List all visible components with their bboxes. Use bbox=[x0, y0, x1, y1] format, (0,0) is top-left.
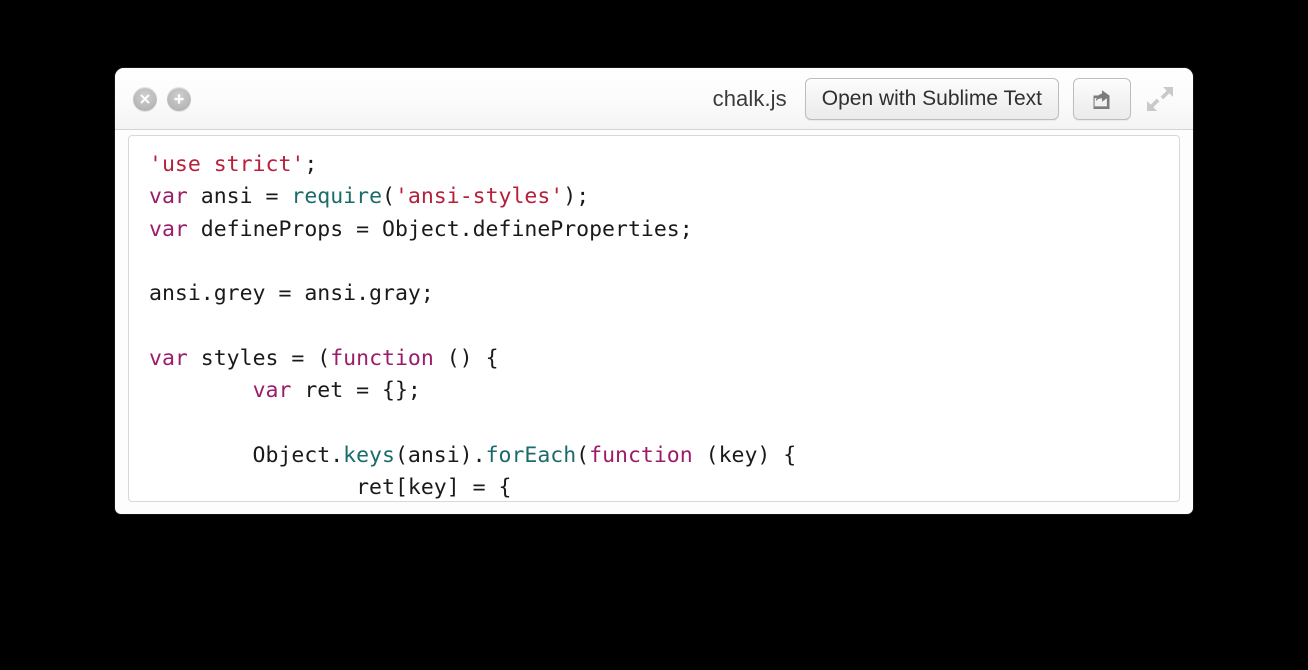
share-export-icon bbox=[1093, 89, 1110, 109]
code-line: ret[key] = { bbox=[149, 472, 1179, 501]
code-token: ansi = bbox=[187, 184, 292, 210]
code-token: var bbox=[149, 184, 188, 210]
code-token: 'ansi-styles' bbox=[394, 184, 564, 210]
share-button[interactable] bbox=[1073, 77, 1131, 120]
code-line: var styles = (function () { bbox=[149, 343, 1179, 375]
plus-icon bbox=[174, 93, 184, 104]
code-token: ansi.grey = ansi.gray; bbox=[149, 281, 434, 307]
fullscreen-button[interactable] bbox=[1143, 82, 1177, 116]
code-token: ( bbox=[576, 442, 590, 468]
window-controls bbox=[133, 86, 191, 111]
code-token: function bbox=[330, 345, 434, 371]
code-token: ); bbox=[563, 184, 590, 210]
code-token: ret[key] = { bbox=[149, 474, 512, 500]
code-token: defineProps = Object.defineProperties; bbox=[187, 216, 693, 242]
code-preview-pane[interactable]: 'use strict'; var ansi = require('ansi-st… bbox=[128, 135, 1180, 502]
code-content: 'use strict'; var ansi = require('ansi-st… bbox=[129, 136, 1179, 501]
code-line: ansi.grey = ansi.gray; bbox=[149, 278, 1179, 310]
add-button[interactable] bbox=[167, 86, 191, 111]
code-line: var defineProps = Object.definePropertie… bbox=[149, 214, 1179, 246]
close-button[interactable] bbox=[133, 86, 157, 111]
code-token: (key) { bbox=[692, 442, 797, 468]
code-token: () { bbox=[433, 345, 499, 371]
quicklook-window: chalk.js Open with Sublime Text 'use str… bbox=[115, 68, 1193, 514]
code-token: var bbox=[149, 216, 188, 242]
code-line: Object.keys(ansi).forEach(function (key)… bbox=[149, 440, 1179, 472]
open-with-sublime-text-button[interactable]: Open with Sublime Text bbox=[804, 77, 1059, 120]
code-line: var ansi = require('ansi-styles'); bbox=[149, 181, 1179, 213]
window-title: chalk.js bbox=[712, 85, 787, 111]
code-token: Object. bbox=[149, 442, 344, 468]
code-line: 'use strict'; bbox=[149, 149, 1179, 181]
code-token: 'use strict' bbox=[149, 152, 305, 177]
code-token: var bbox=[149, 345, 188, 371]
code-token: ; bbox=[304, 152, 318, 177]
window-titlebar: chalk.js Open with Sublime Text bbox=[115, 68, 1193, 130]
code-token: ( bbox=[382, 184, 395, 210]
code-token: styles = ( bbox=[187, 345, 331, 371]
desktop-background: chalk.js Open with Sublime Text 'use str… bbox=[0, 0, 1308, 670]
code-token: ret = {}; bbox=[291, 378, 421, 404]
titlebar-right-actions bbox=[1073, 77, 1179, 120]
code-token: var bbox=[252, 378, 292, 404]
code-token: function bbox=[589, 442, 693, 468]
code-line: var ret = {}; bbox=[149, 375, 1179, 407]
code-token: forEach bbox=[485, 442, 577, 468]
code-token: keys bbox=[343, 442, 395, 468]
code-token: (ansi). bbox=[394, 442, 486, 468]
fullscreen-expand-icon bbox=[1147, 86, 1173, 111]
close-x-icon bbox=[140, 93, 150, 104]
code-token: require bbox=[291, 184, 383, 210]
